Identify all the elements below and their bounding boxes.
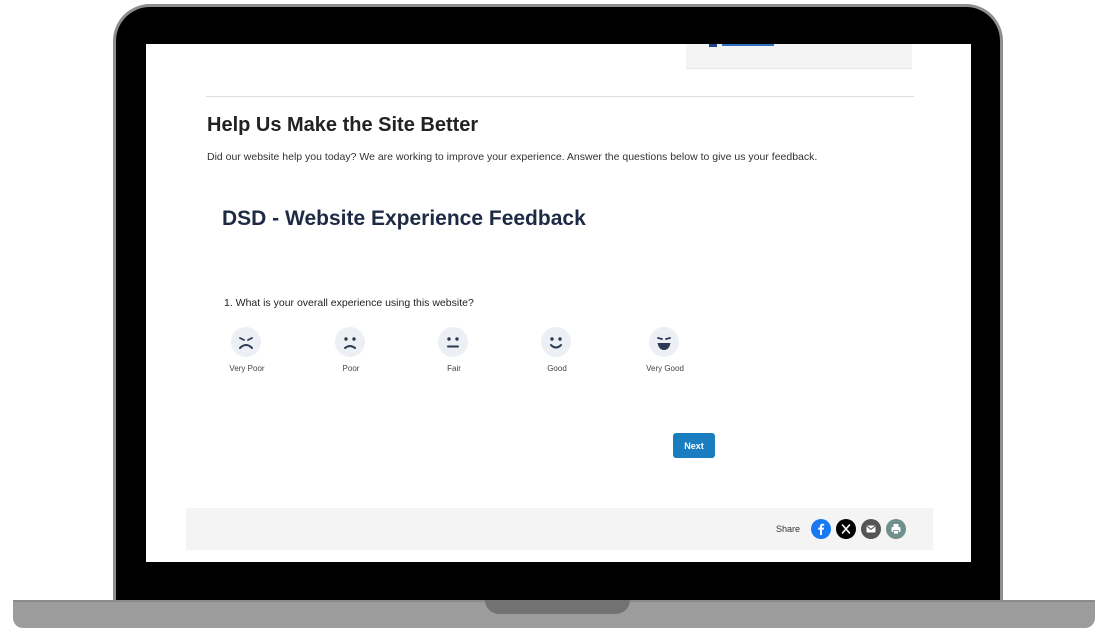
rating-label: Fair: [447, 364, 461, 373]
laptop-mockup: Help Us Make the Site Better Did our web…: [0, 0, 1095, 630]
rating-very-good[interactable]: Very Good: [630, 327, 700, 377]
rating-label: Very Good: [646, 364, 684, 373]
share-bar: Share: [186, 508, 933, 550]
sidebar-link[interactable]: [722, 44, 774, 46]
browser-screen: Help Us Make the Site Better Did our web…: [146, 44, 971, 562]
share-label: Share: [776, 524, 801, 534]
smile-face-icon: [541, 327, 571, 357]
sad-face-icon: [335, 327, 365, 357]
facebook-mini-icon: [709, 44, 717, 47]
facebook-icon[interactable]: [811, 519, 831, 539]
top-sidebar-card: [686, 44, 912, 69]
question-text: 1. What is your overall experience using…: [224, 297, 474, 309]
laptop-notch: [485, 600, 630, 614]
next-button[interactable]: Next: [673, 433, 715, 458]
survey-title: DSD - Website Experience Feedback: [222, 207, 586, 230]
rating-poor[interactable]: Poor: [316, 327, 386, 377]
email-icon[interactable]: [861, 519, 881, 539]
rating-fair[interactable]: Fair: [419, 327, 489, 377]
very-sad-face-icon: [231, 327, 261, 357]
section-divider: [206, 96, 914, 97]
rating-label: Good: [547, 364, 567, 373]
section-description: Did our website help you today? We are w…: [207, 151, 818, 163]
rating-good[interactable]: Good: [522, 327, 592, 377]
neutral-face-icon: [438, 327, 468, 357]
print-icon[interactable]: [886, 519, 906, 539]
rating-label: Poor: [342, 364, 360, 373]
big-smile-face-icon: [649, 327, 679, 357]
section-title: Help Us Make the Site Better: [207, 114, 479, 136]
rating-label: Very Poor: [229, 364, 265, 373]
rating-very-poor[interactable]: Very Poor: [212, 327, 282, 377]
x-icon[interactable]: [836, 519, 856, 539]
